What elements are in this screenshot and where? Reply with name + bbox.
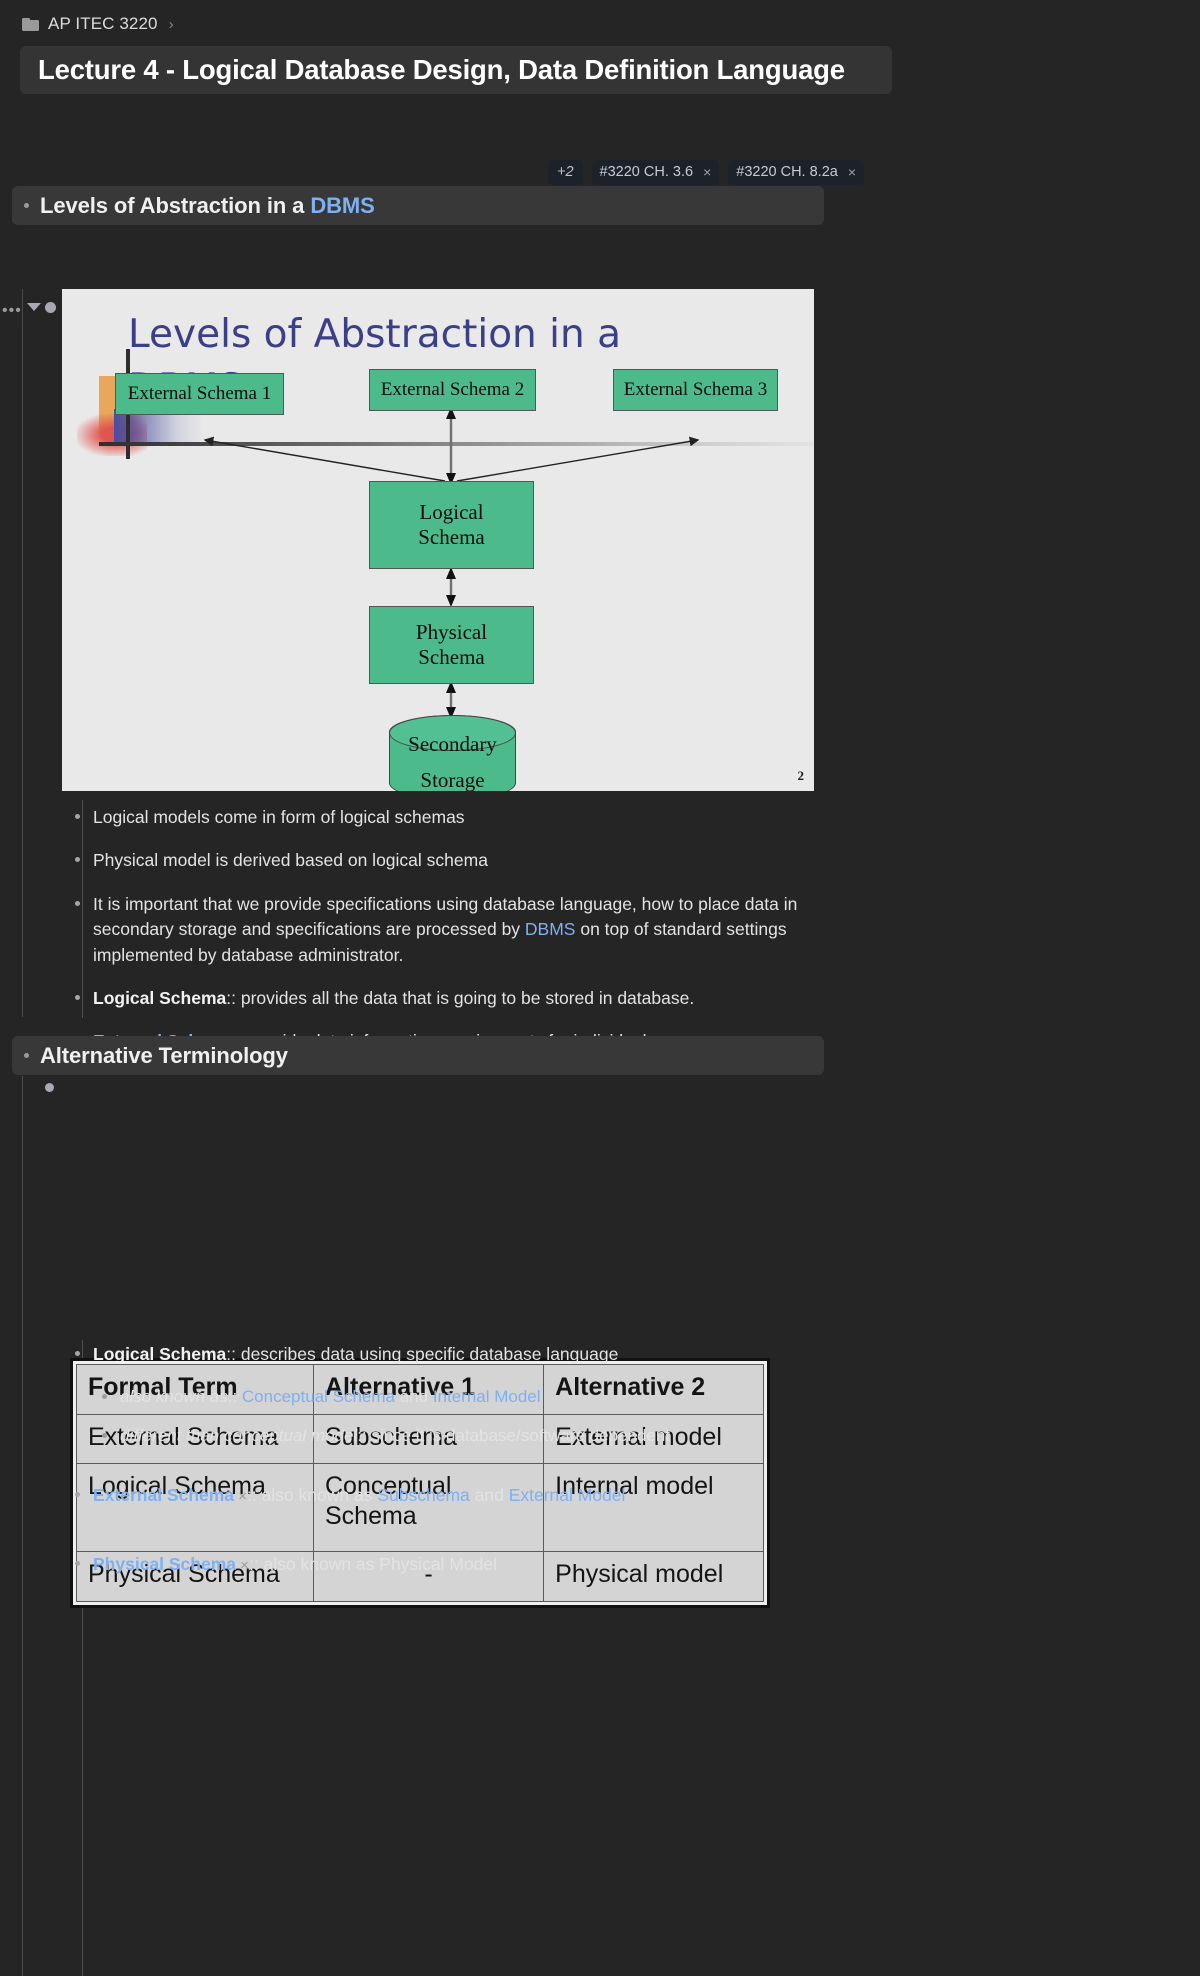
- note-bullet-item[interactable]: Logical Schema:: describes data using sp…: [75, 1342, 835, 1367]
- note-bullet-item[interactable]: also known as:: Conceptual Schema and In…: [102, 1385, 835, 1410]
- section-title-text: Alternative Terminology: [40, 1042, 288, 1068]
- section-header-levels-of-abstraction[interactable]: Levels of Abstraction in a DBMS: [12, 186, 824, 225]
- bullet-dot-icon: [75, 857, 80, 863]
- breadcrumb[interactable]: AP ITEC 3220 ›: [22, 14, 174, 34]
- note-text-fragment[interactable]: ×: [234, 1488, 247, 1505]
- note-bullet-text: Physical Schema ×:: also known as Physic…: [93, 1552, 497, 1577]
- note-bullet-item[interactable]: Logical Schema:: provides all the data t…: [75, 986, 835, 1011]
- gutter-divider: [22, 289, 23, 327]
- bullet-dot-icon: [75, 1491, 80, 1497]
- section-header-alternative-terminology[interactable]: Alternative Terminology: [12, 1036, 824, 1075]
- note-bullet-item[interactable]: Logical models come in form of logical s…: [75, 805, 835, 830]
- block-bullet-icon[interactable]: [45, 302, 56, 313]
- bullet-dot-icon: [75, 994, 80, 1000]
- note-bullet-item[interactable]: Physical Schema ×:: also known as Physic…: [75, 1552, 835, 1577]
- note-text-fragment: :: since it is database/software depende…: [357, 1426, 671, 1446]
- note-text-fragment: and: [469, 1484, 509, 1505]
- note-bullet-text: Logical models come in form of logical s…: [93, 805, 465, 830]
- slide-page-number: 2: [797, 768, 805, 783]
- node-physical-schema: Physical Schema: [369, 606, 534, 684]
- close-icon[interactable]: ×: [848, 165, 856, 179]
- note-bullet-item[interactable]: It is important that we provide specific…: [75, 892, 835, 968]
- note-text-fragment: Logical models come in form of logical s…: [93, 807, 465, 827]
- note-text-fragment: Logical Schema: [93, 987, 227, 1008]
- tag-label: #3220 CH. 3.6: [599, 164, 694, 180]
- node-logical-schema-line1: Logical: [419, 500, 484, 525]
- note-bullet-item[interactable]: different than conceptual model:: since …: [102, 1424, 835, 1449]
- node-physical-schema-line2: Schema: [418, 645, 485, 669]
- note-text-fragment: :: provides all the data that is going t…: [226, 987, 695, 1008]
- note-text-fragment[interactable]: External Schema: [93, 1485, 234, 1505]
- note-text-fragment: Physical model is derived based on logic…: [93, 850, 488, 871]
- note-text-fragment: different than conceptual model: [120, 1426, 358, 1446]
- note-text-fragment[interactable]: DBMS: [525, 919, 576, 939]
- note-text-fragment: :: also known as: [246, 1484, 378, 1505]
- collapse-caret-icon[interactable]: [27, 303, 41, 311]
- node-secondary-storage-line2: Storage: [420, 767, 485, 792]
- note-bullet-item[interactable]: External Schema ×:: also known as Subsch…: [75, 1483, 835, 1508]
- page-title-bar: Lecture 4 - Logical Database Design, Dat…: [20, 46, 892, 94]
- bullet-dot-icon: [75, 1351, 80, 1356]
- note-text-fragment[interactable]: Subschema: [377, 1485, 469, 1505]
- thread-line: [22, 1076, 23, 1976]
- node-logical-schema-line2: Schema: [418, 525, 485, 549]
- node-secondary-storage: Secondary Storage: [389, 715, 516, 791]
- note-bullet-item[interactable]: Physical model is derived based on logic…: [75, 848, 835, 873]
- section-title: Levels of Abstraction in a DBMS: [40, 193, 375, 219]
- note-bullet-text: Physical model is derived based on logic…: [93, 848, 488, 873]
- bullet-dot-icon: [75, 900, 80, 906]
- note-sub-list: also known as:: Conceptual Schema and In…: [102, 1385, 835, 1448]
- note-text-fragment[interactable]: Internal Model: [433, 1387, 541, 1406]
- notes-list-alternative-terminology: Logical Schema:: describes data using sp…: [75, 1342, 835, 1595]
- note-bullet-text: It is important that we provide specific…: [93, 892, 835, 968]
- node-physical-schema-line1: Physical: [415, 620, 488, 645]
- section-title: Alternative Terminology: [40, 1043, 288, 1069]
- bullet-dot-icon: [75, 814, 80, 819]
- node-external-schema-1: External Schema 1: [115, 373, 284, 415]
- folder-icon: [22, 17, 39, 31]
- bullet-dot-icon: [102, 1394, 107, 1400]
- note-text-fragment: ::: [227, 1387, 242, 1407]
- note-bullet-text: also known as:: Conceptual Schema and In…: [120, 1385, 541, 1410]
- tag-chip[interactable]: #3220 CH. 3.6 ×: [591, 160, 720, 185]
- note-text-fragment[interactable]: External Model: [509, 1485, 626, 1505]
- node-external-schema-2: External Schema 2: [369, 369, 536, 411]
- chevron-right-icon: ›: [168, 15, 174, 33]
- tag-row: +2 #3220 CH. 3.6 × #3220 CH. 8.2a ×: [548, 160, 865, 185]
- note-text-fragment[interactable]: ×: [236, 1557, 249, 1574]
- block-bullet-icon[interactable]: [45, 1083, 54, 1092]
- thread-line: [22, 327, 23, 1017]
- close-icon[interactable]: ×: [703, 165, 711, 179]
- slide-image-levels-of-abstraction[interactable]: Levels of Abstraction in a DBMS Ext: [62, 289, 814, 791]
- node-logical-schema: Logical Schema: [369, 481, 534, 569]
- note-bullet-text: External Schema ×:: also known as Subsch…: [93, 1483, 625, 1508]
- note-text-fragment: :: describes data using specific databas…: [226, 1344, 619, 1364]
- node-secondary-storage-line1: Secondary: [408, 732, 497, 757]
- note-text-fragment: and: [395, 1387, 433, 1407]
- section-title-text: Levels of Abstraction in a: [40, 192, 311, 218]
- notes-list-levels-of-abstraction: Logical models come in form of logical s…: [75, 805, 835, 1073]
- node-external-schema-3: External Schema 3: [613, 369, 778, 411]
- drag-handle-dots-icon[interactable]: •••: [2, 303, 22, 319]
- bullet-dot-icon: [75, 1561, 80, 1567]
- section-bullet-icon: [24, 203, 29, 208]
- tag-more-label: +2: [557, 164, 574, 180]
- section-title-accent: DBMS: [310, 192, 375, 218]
- section-bullet-icon: [24, 1053, 29, 1058]
- note-text-fragment: also known as: [120, 1387, 228, 1407]
- note-text-fragment: Logical Schema: [93, 1344, 227, 1364]
- note-bullet-text: Logical Schema:: provides all the data t…: [93, 986, 694, 1011]
- bullet-dot-icon: [102, 1433, 107, 1439]
- note-bullet-text: different than conceptual model:: since …: [120, 1424, 670, 1449]
- tag-more-count[interactable]: +2: [548, 160, 583, 185]
- note-text-fragment: :: also known as Physical Model: [248, 1554, 497, 1575]
- page-title: Lecture 4 - Logical Database Design, Dat…: [38, 54, 845, 85]
- tag-label: #3220 CH. 8.2a: [736, 164, 838, 180]
- note-text-fragment[interactable]: Physical Schema: [93, 1554, 236, 1574]
- note-bullet-text: Logical Schema:: describes data using sp…: [93, 1342, 618, 1367]
- note-text-fragment[interactable]: Conceptual Schema: [242, 1387, 395, 1406]
- tag-chip[interactable]: #3220 CH. 8.2a ×: [728, 160, 865, 185]
- breadcrumb-label[interactable]: AP ITEC 3220: [48, 14, 158, 34]
